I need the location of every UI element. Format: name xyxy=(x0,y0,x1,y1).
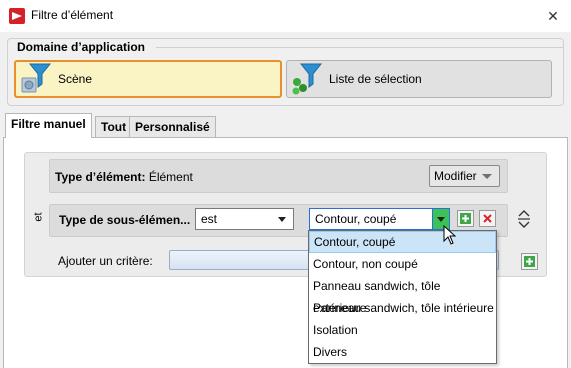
sub-type-value: Contour, coupé xyxy=(315,212,397,226)
chevron-down-icon xyxy=(278,217,286,222)
dropdown-option[interactable]: Divers xyxy=(309,341,496,363)
operator-value: est xyxy=(201,212,218,226)
and-connector-label: et xyxy=(32,212,45,222)
chevron-down-icon xyxy=(437,217,445,222)
sub-type-label: Type de sous-élémen... xyxy=(59,213,191,227)
close-icon: ✕ xyxy=(547,7,559,24)
dropdown-option[interactable]: Panneau sandwich, tôle intérieure xyxy=(309,297,496,319)
plus-icon xyxy=(524,256,535,267)
funnel-scene-icon xyxy=(20,62,52,96)
app-logo-icon xyxy=(9,8,25,24)
element-type-text: Type d’élément: Élément xyxy=(55,170,193,184)
tab-label: Filtre manuel xyxy=(11,117,86,131)
selection-list-label: Liste de sélection xyxy=(329,72,422,86)
group-divider xyxy=(156,47,563,48)
sub-type-dropdown-list: Contour, coupé Contour, non coupé Pannea… xyxy=(308,230,497,364)
dropdown-option[interactable]: Panneau sandwich, tôle extérieure xyxy=(309,275,496,315)
add-criterion-confirm-button[interactable] xyxy=(521,253,538,270)
add-criterion-label: Ajouter un critère: xyxy=(58,254,153,268)
element-type-value: Élément xyxy=(148,170,193,184)
dropdown-option[interactable]: Isolation xyxy=(309,319,496,341)
funnel-list-icon xyxy=(291,62,323,96)
element-type-label: Type d’élément: xyxy=(55,170,146,184)
plus-icon xyxy=(460,213,471,224)
delete-criterion-button[interactable] xyxy=(479,210,496,227)
operator-select[interactable]: est xyxy=(195,208,294,230)
domain-group-label: Domaine d’application xyxy=(14,40,149,54)
tab-label: Personnalisé xyxy=(135,120,210,134)
dropdown-option[interactable]: Contour, non coupé xyxy=(309,253,496,275)
mouse-cursor-icon xyxy=(443,224,457,245)
scene-button-label: Scène xyxy=(58,72,93,86)
scene-button[interactable]: Scène xyxy=(14,60,282,98)
delete-x-icon xyxy=(483,214,492,223)
tab-manual-filter[interactable]: Filtre manuel xyxy=(5,113,92,138)
selection-list-button[interactable]: Liste de sélection xyxy=(286,60,552,98)
tab-label: Tout xyxy=(101,120,127,134)
dropdown-option[interactable]: Contour, coupé xyxy=(309,231,496,253)
add-criterion-button[interactable] xyxy=(457,210,474,227)
move-up-down-icon[interactable] xyxy=(517,209,531,229)
sub-type-value-select[interactable]: Contour, coupé xyxy=(309,208,450,230)
tab-custom[interactable]: Personnalisé xyxy=(129,116,216,137)
modify-button-label: Modifier xyxy=(434,169,477,183)
modify-button[interactable]: Modifier xyxy=(429,165,500,187)
tab-all[interactable]: Tout xyxy=(95,116,133,137)
close-button[interactable]: ✕ xyxy=(540,4,566,28)
window-title: Filtre d’élément xyxy=(31,8,114,22)
chevron-down-icon xyxy=(481,173,492,179)
